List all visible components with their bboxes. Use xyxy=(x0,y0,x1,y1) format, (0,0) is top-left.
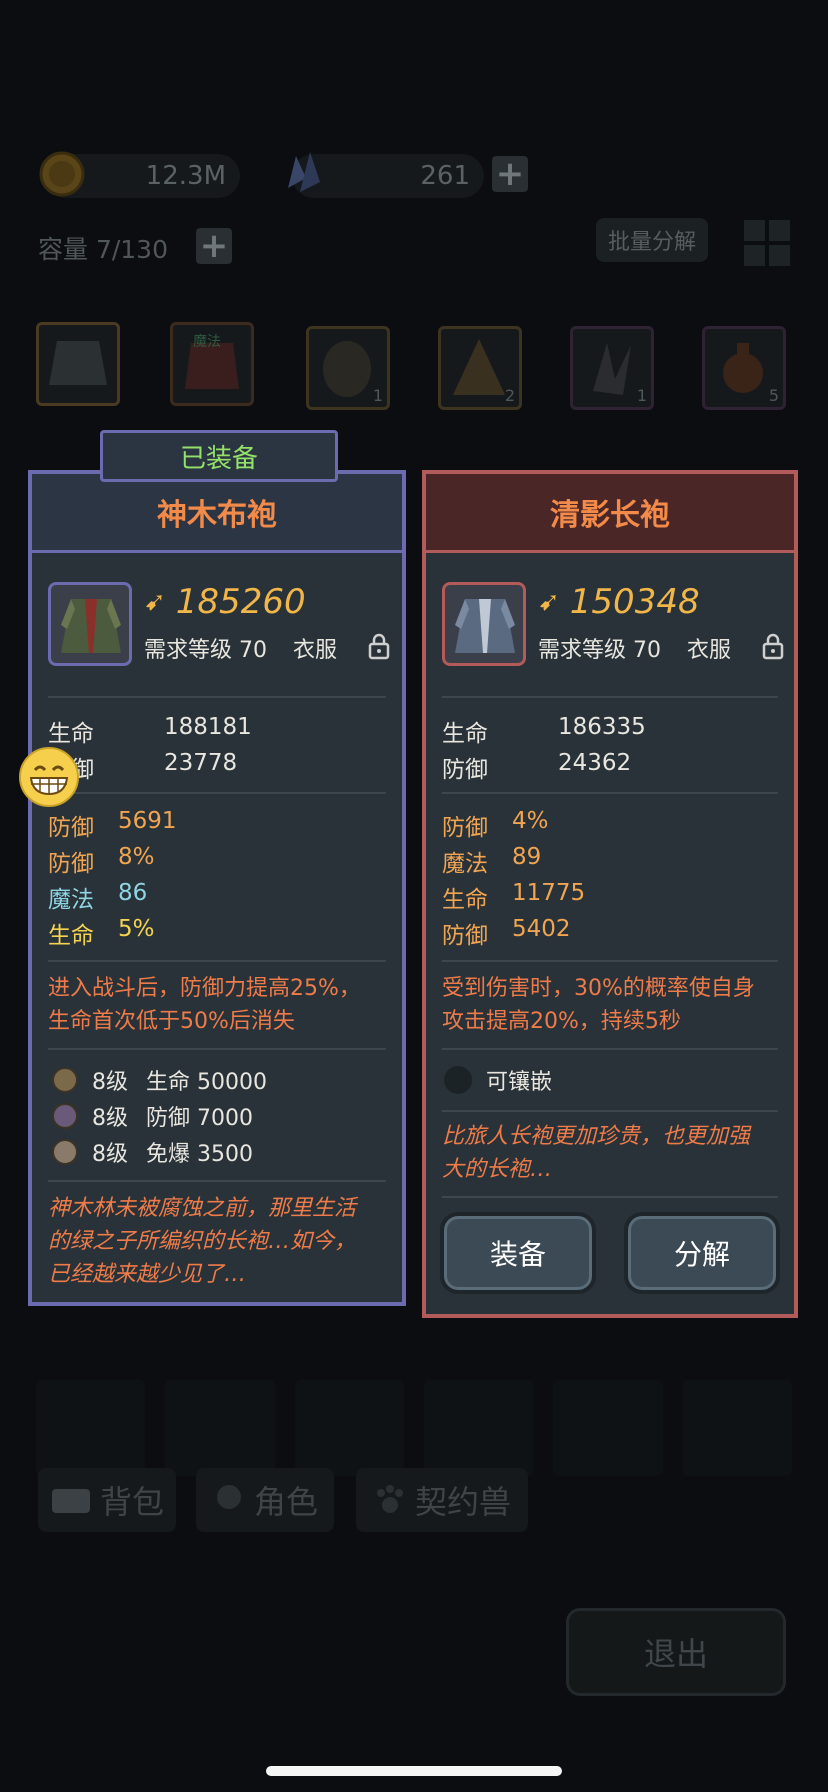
tab-backpack-label: 背包 xyxy=(99,1483,164,1521)
divider xyxy=(442,1110,778,1112)
character-icon xyxy=(216,1485,241,1509)
compare-requirements: 需求等级 70 衣服 xyxy=(538,632,731,664)
power-arrow-icon: ➹ xyxy=(538,587,560,617)
compare-item-icon xyxy=(442,582,526,666)
grid-view-icon[interactable] xyxy=(744,220,790,266)
compare-type: 衣服 xyxy=(687,638,732,663)
add-capacity-button[interactable]: + xyxy=(196,228,232,264)
tab-character-label: 角色 xyxy=(253,1483,318,1521)
equipped-requirements: 需求等级 70 衣服 xyxy=(144,632,337,664)
grin-emoji-icon[interactable] xyxy=(18,746,80,808)
empty-socket: 可镶嵌 xyxy=(444,1064,552,1096)
extra-stat: 防御 5402 xyxy=(442,916,571,949)
inventory-slot[interactable]: 魔法 xyxy=(170,322,254,406)
tab-character[interactable]: 角色 xyxy=(196,1468,334,1532)
inventory-slot[interactable]: 5 xyxy=(702,326,786,410)
equipped-tag: 已装备 xyxy=(100,430,338,482)
decompose-button[interactable]: 分解 xyxy=(624,1212,780,1294)
equipped-flavor-text: 神木林未被腐蚀之前，那里生活 的绿之子所编织的长袍…如今， 已经越来越少见了… xyxy=(48,1196,357,1287)
extra-stat: 生命 5% xyxy=(48,916,155,949)
empty-socket-icon xyxy=(444,1066,472,1094)
exit-button[interactable]: 退出 xyxy=(566,1608,786,1696)
inventory-slot[interactable]: 1 xyxy=(306,326,390,410)
lock-icon[interactable] xyxy=(368,632,390,660)
gem-socket: 8级 免爆 3500 xyxy=(52,1136,253,1168)
gem-value: 261 xyxy=(420,161,470,191)
coin-value: 12.3M xyxy=(145,161,226,191)
robe-icon xyxy=(49,341,107,385)
extra-stat: 防御 4% xyxy=(442,808,549,841)
home-indicator[interactable] xyxy=(266,1766,562,1776)
equipped-type: 衣服 xyxy=(293,638,338,663)
divider xyxy=(48,792,386,794)
extra-stat: 生命 11775 xyxy=(442,880,586,913)
backpack-icon xyxy=(51,1489,90,1513)
extra-stat: 魔法 89 xyxy=(442,844,542,877)
gem-icon xyxy=(52,1139,78,1165)
compare-special-effect: 受到伤害时，30%的概率使自身 攻击提高20%，持续5秒 xyxy=(442,976,755,1034)
base-stat: 生命 188181 xyxy=(48,714,252,747)
tab-pet-label: 契约兽 xyxy=(414,1483,511,1521)
paw-icon xyxy=(376,1485,403,1513)
equipped-item-panel: 神木布袍 ➹ 185260 需求等级 70 衣服 生命188181 防御2377… xyxy=(28,470,406,1306)
divider xyxy=(48,960,386,962)
tab-pet[interactable]: 契约兽 xyxy=(356,1468,528,1532)
compare-flavor-text: 比旅人长袍更加珍贵，也更加强 大的长袍… xyxy=(442,1124,751,1182)
divider xyxy=(442,1196,778,1198)
divider xyxy=(442,1048,778,1050)
lock-icon[interactable] xyxy=(762,632,784,660)
green-robe-icon xyxy=(61,599,121,653)
compare-item-title: 清影长袍 xyxy=(426,474,794,553)
equipped-special-effect: 进入战斗后，防御力提高25%， 生命首次低于50%后消失 xyxy=(48,976,361,1034)
equipped-power-value: 185260 xyxy=(175,582,306,622)
gem-icon xyxy=(52,1103,78,1129)
divider xyxy=(48,1180,386,1182)
equipped-item-icon xyxy=(48,582,132,666)
base-stat: 生命 186335 xyxy=(442,714,646,747)
equip-button[interactable]: 装备 xyxy=(440,1212,596,1294)
compare-item-panel: 清影长袍 ➹ 150348 需求等级 70 衣服 生命 186335 防御 2436… xyxy=(422,470,798,1318)
add-gems-button[interactable]: + xyxy=(492,156,528,192)
slot-count: 2 xyxy=(504,386,515,405)
slot-count: 1 xyxy=(636,386,647,405)
compare-power-value: 150348 xyxy=(569,582,700,622)
coin-icon xyxy=(39,151,85,197)
inventory-slot[interactable]: 2 xyxy=(438,326,522,410)
base-stat: 防御 24362 xyxy=(442,750,632,783)
extra-stat: 防御 8% xyxy=(48,844,155,877)
equipped-item-title: 神木布袍 xyxy=(32,474,402,553)
inventory-slot[interactable]: 1 xyxy=(570,326,654,410)
divider xyxy=(48,1048,386,1050)
inventory-slot[interactable] xyxy=(36,322,120,406)
slot-count: 5 xyxy=(768,386,779,405)
batch-decompose-button[interactable]: 批量分解 xyxy=(596,218,708,262)
blue-robe-icon xyxy=(455,599,515,653)
gem-socket: 8级 生命 50000 xyxy=(52,1064,267,1096)
divider xyxy=(442,696,778,698)
power-arrow-icon: ➹ xyxy=(144,587,166,617)
gem-socket: 8级 防御 7000 xyxy=(52,1100,253,1132)
crystal-icon xyxy=(288,152,320,192)
equipped-power: ➹ 185260 xyxy=(144,582,306,622)
slot-magic-label: 魔法 xyxy=(193,334,221,350)
slot-count: 1 xyxy=(372,386,383,405)
empty-slot-row xyxy=(36,1380,792,1476)
divider xyxy=(48,696,386,698)
compare-req-level: 需求等级 70 xyxy=(538,638,661,663)
equipped-req-level: 需求等级 70 xyxy=(144,638,267,663)
extra-stat: 防御 5691 xyxy=(48,808,177,841)
gem-icon xyxy=(52,1067,78,1093)
divider xyxy=(442,960,778,962)
divider xyxy=(442,792,778,794)
extra-stat: 魔法 86 xyxy=(48,880,148,913)
compare-power: ➹ 150348 xyxy=(538,582,700,622)
tab-backpack[interactable]: 背包 xyxy=(38,1468,176,1532)
capacity-label: 容量 7/130 xyxy=(38,235,168,264)
